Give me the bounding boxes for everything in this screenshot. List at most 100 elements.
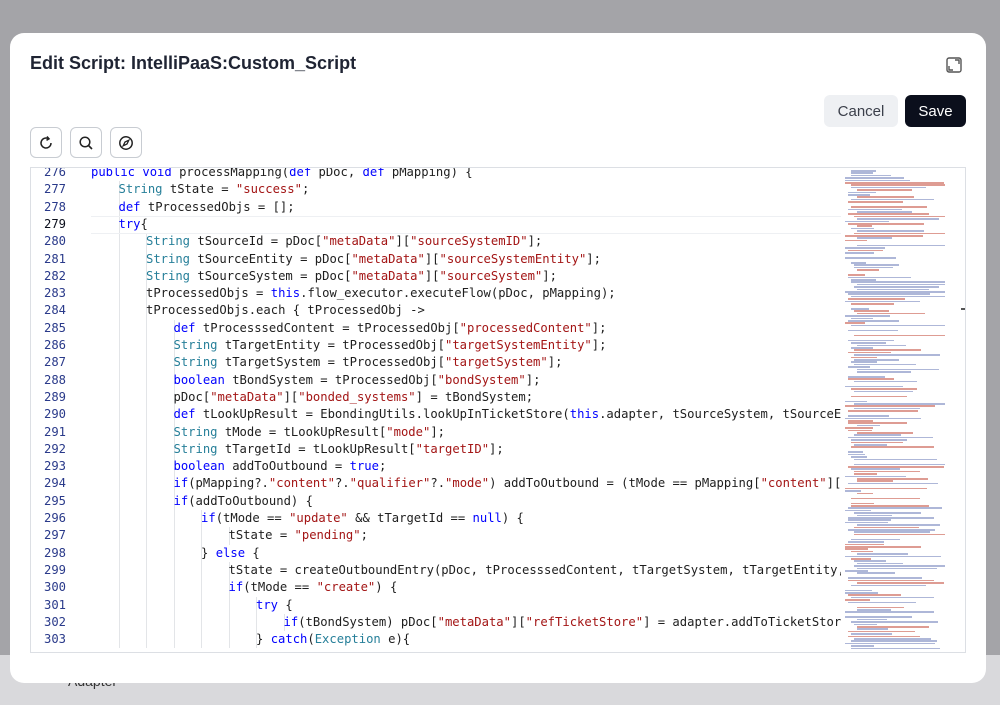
- minimap-slider[interactable]: [961, 308, 965, 310]
- minimap-line: [851, 441, 903, 444]
- minimap-line: [845, 475, 906, 478]
- code-line[interactable]: 281 String tSourceEntity = pDoc["metaData…: [31, 251, 841, 268]
- line-number: 303: [43, 632, 66, 647]
- minimap-line: [854, 390, 913, 393]
- code-line[interactable]: 290 def tLookUpResult = EbondingUtils.loo…: [31, 406, 841, 423]
- code-text: String tTargetId = tLookUpResult["target…: [173, 441, 504, 456]
- minimap-line: [857, 562, 903, 565]
- minimap-line: [848, 293, 930, 295]
- current-line-highlight: [91, 215, 841, 234]
- minimap-line: [854, 623, 877, 626]
- line-number: 282: [43, 268, 66, 283]
- code-line[interactable]: 285 def tProcesssedContent = tProcessedOb…: [31, 320, 841, 337]
- code-text: if(tMode == "update" && tTargetId == nul…: [201, 511, 524, 525]
- minimap-line: [851, 198, 934, 201]
- minimap-line: [857, 628, 888, 630]
- refresh-button[interactable]: [30, 127, 62, 158]
- minimap-line: [848, 529, 935, 531]
- minimap-line: [848, 223, 924, 225]
- code-line[interactable]: 282 String tSourceSystem = pDoc["metaData…: [31, 268, 841, 285]
- code-text: if(addToOutbound) {: [173, 493, 313, 508]
- minimap-line: [857, 189, 912, 191]
- compass-button[interactable]: [110, 127, 142, 158]
- code-text: public void processMapping(def pDoc, def…: [91, 168, 473, 179]
- minimap-line: [851, 170, 876, 172]
- cancel-button[interactable]: Cancel: [824, 95, 898, 127]
- code-line[interactable]: 283 tProcessedObjs = this.flow_executor.e…: [31, 285, 841, 302]
- code-line[interactable]: 296 if(tMode == "update" && tTargetId == …: [31, 510, 841, 527]
- minimap-line: [848, 577, 922, 579]
- code-line[interactable]: 299 tState = createOutboundEntry(pDoc, tP…: [31, 562, 841, 579]
- code-line[interactable]: 301 try {: [31, 597, 841, 614]
- minimap-line: [848, 191, 876, 194]
- code-line[interactable]: 278 def tProcessedObjs = [];: [31, 199, 841, 216]
- code-text: String tTargetSystem = tProcessedObj["ta…: [173, 355, 563, 370]
- minimap-line: [857, 572, 895, 574]
- code-line[interactable]: 288 boolean tBondSystem = tProcessedObj["…: [31, 372, 841, 389]
- minimap-line: [851, 356, 877, 359]
- minimap-line: [845, 611, 934, 613]
- code-line[interactable]: 292 String tTargetId = tLookUpResult["tar…: [31, 441, 841, 458]
- code-line[interactable]: 298} else {: [31, 545, 841, 562]
- minimap-line: [845, 300, 920, 303]
- minimap-line: [854, 565, 945, 567]
- expand-icon[interactable]: [944, 55, 964, 75]
- minimap-line: [848, 517, 934, 519]
- code-line[interactable]: 300 if(tMode == "create") {: [31, 579, 841, 596]
- code-text: String tSourceSystem = pDoc["metaData"][…: [146, 268, 557, 283]
- minimap-line: [845, 548, 868, 550]
- minimap-line: [857, 626, 929, 628]
- minimap-line: [857, 424, 880, 427]
- minimap-line: [854, 380, 917, 383]
- code-line[interactable]: 303} catch(Exception e){: [31, 631, 841, 648]
- code-line[interactable]: 297 tState = "pending";: [31, 527, 841, 544]
- code-line[interactable]: 286 String tTargetEntity = tProcessedObj[…: [31, 337, 841, 354]
- minimap-line: [845, 642, 935, 645]
- minimap-line: [854, 560, 886, 562]
- code-text: } else {: [201, 545, 260, 560]
- code-line[interactable]: 289 pDoc["metaData"]["bonded_systems"] = …: [31, 389, 841, 406]
- code-text: String tState = "success";: [118, 182, 310, 197]
- code-text: if(pMapping?."content"?."qualifier"?."mo…: [173, 476, 842, 491]
- minimap-line: [851, 308, 869, 310]
- code-line[interactable]: 293 boolean addToOutbound = true;: [31, 458, 841, 475]
- minimap-line: [851, 621, 938, 623]
- minimap-line: [854, 458, 937, 461]
- code-line[interactable]: 279 try{: [31, 215, 841, 234]
- minimap-line: [854, 266, 893, 269]
- minimap-line: [848, 339, 894, 342]
- save-button[interactable]: Save: [905, 95, 966, 127]
- code-line[interactable]: 295 if(addToOutbound) {: [31, 493, 841, 510]
- minimap-line: [845, 235, 923, 237]
- code-line[interactable]: 302 if(tBondSystem) pDoc["metaData"]["ref…: [31, 614, 841, 631]
- code-line[interactable]: 294 if(pMapping?."content"?."qualifier"?.…: [31, 475, 841, 492]
- line-number: 283: [43, 286, 66, 301]
- line-number: 299: [43, 562, 66, 577]
- minimap-line: [857, 218, 939, 220]
- search-button[interactable]: [70, 127, 102, 158]
- code-line[interactable]: 277 String tState = "success";: [31, 181, 841, 198]
- minimap-line: [854, 363, 916, 366]
- code-line[interactable]: 287 String tTargetSystem = tProcessedObj[…: [31, 354, 841, 371]
- minimap-line: [848, 594, 901, 596]
- minimap-line: [848, 451, 863, 453]
- code-editor[interactable]: 276 public void processMapping(def pDoc, …: [30, 167, 966, 653]
- minimap-line: [848, 453, 865, 456]
- code-area[interactable]: 276 public void processMapping(def pDoc, …: [31, 168, 841, 652]
- code-line[interactable]: 276 public void processMapping(def pDoc, …: [31, 168, 841, 181]
- minimap-line: [854, 473, 877, 475]
- code-text: if(tMode == "create") {: [228, 580, 398, 595]
- code-minimap[interactable]: [841, 168, 965, 652]
- minimap-line: [851, 596, 934, 599]
- minimap-line: [854, 444, 887, 446]
- minimap-line: [845, 322, 865, 324]
- minimap-line: [845, 521, 888, 524]
- minimap-line: [857, 567, 937, 570]
- minimap-line: [851, 172, 873, 174]
- minimap-line: [848, 194, 870, 196]
- code-line[interactable]: 280 String tSourceId = pDoc["metaData"]["…: [31, 233, 841, 250]
- code-line[interactable]: 284 tProcessedObjs.each { tProcessedObj -…: [31, 302, 841, 319]
- minimap-line: [848, 519, 891, 521]
- line-number: 293: [43, 459, 66, 474]
- code-line[interactable]: 291 String tMode = tLookUpResult["mode"];: [31, 424, 841, 441]
